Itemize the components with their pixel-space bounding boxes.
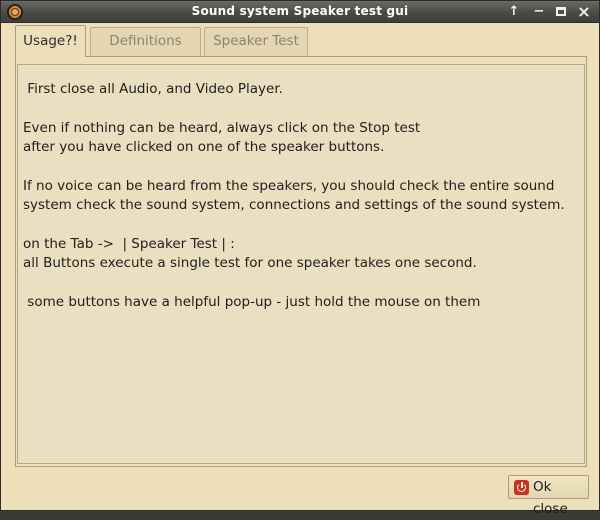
tab-panel-usage: First close all Audio, and Video Player.… [15, 56, 587, 467]
usage-line: some buttons have a helpful pop-up - jus… [23, 294, 481, 310]
close-icon[interactable] [576, 4, 592, 20]
usage-line: all Buttons execute a single test for on… [23, 255, 477, 271]
power-icon [514, 480, 529, 495]
arrow-up-icon[interactable] [506, 4, 522, 20]
usage-line: after you have clicked on one of the spe… [23, 139, 385, 155]
tab-usage[interactable]: Usage?! [15, 25, 86, 57]
tab-definitions[interactable]: Definitions [90, 27, 201, 56]
ok-close-label: Ok close [533, 479, 568, 517]
maximize-icon[interactable] [553, 4, 569, 20]
usage-line: First close all Audio, and Video Player. [23, 81, 283, 97]
usage-line: on the Tab -> | Speaker Test | : [23, 236, 235, 252]
app-window: Sound system Speaker test gui Usage?! De… [0, 0, 600, 517]
ok-close-button[interactable]: Ok close [508, 475, 589, 517]
usage-text-area[interactable]: First close all Audio, and Video Player.… [17, 64, 585, 464]
title-bar[interactable]: Sound system Speaker test gui [1, 1, 599, 23]
usage-line: system check the sound system, connectio… [23, 197, 565, 213]
usage-line: Even if nothing can be heard, always cli… [23, 120, 421, 136]
usage-line: If no voice can be heard from the speake… [23, 178, 555, 194]
tab-speaker-test[interactable]: Speaker Test [204, 27, 308, 56]
minimize-icon[interactable] [531, 4, 547, 20]
